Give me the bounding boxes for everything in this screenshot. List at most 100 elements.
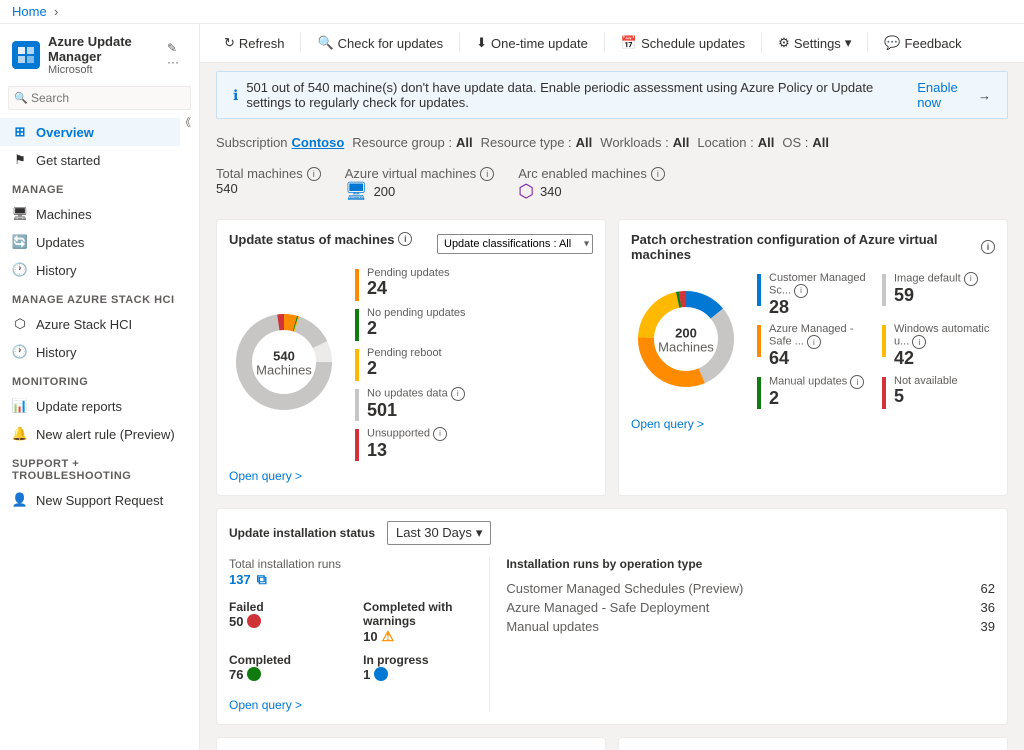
refresh-button[interactable]: ↻ Refresh bbox=[216, 30, 292, 56]
classify-select[interactable]: Update classifications : All bbox=[437, 234, 593, 254]
patch-config-info-icon[interactable]: i bbox=[981, 240, 995, 254]
legend-image-default: Image default i 59 bbox=[882, 272, 995, 318]
azure-vm-icon: 🖥 bbox=[345, 181, 368, 203]
filter-os[interactable]: OS : All bbox=[782, 135, 829, 150]
install-status-card: Update installation status Last 30 Days … bbox=[216, 508, 1008, 725]
pending-windows-card: Pending windows updates i bbox=[216, 737, 606, 750]
sidebar-item-label: History bbox=[36, 263, 76, 278]
search-input[interactable] bbox=[8, 86, 191, 110]
patch-config-card: Patch orchestration configuration of Azu… bbox=[618, 219, 1008, 496]
schedule-updates-button[interactable]: 📅 Schedule updates bbox=[613, 30, 753, 56]
update-status-donut-container: 540 Machines Pending updates 24 bbox=[229, 267, 593, 461]
donut-center-label: Machines bbox=[256, 363, 312, 378]
nav-section-monitoring: Monitoring bbox=[0, 366, 199, 392]
total-machines-info-icon[interactable]: i bbox=[307, 167, 321, 181]
op-type-customer: Customer Managed Schedules (Preview) 62 bbox=[506, 579, 995, 598]
support-icon: 👤 bbox=[12, 492, 28, 508]
sidebar-item-update-reports[interactable]: 📊 Update reports bbox=[0, 392, 199, 420]
filter-resource-type[interactable]: Resource type : All bbox=[481, 135, 593, 150]
sidebar-item-azure-stack-hci[interactable]: ⬡ Azure Stack HCI bbox=[0, 310, 199, 338]
check-icon: 🔍 bbox=[317, 35, 333, 51]
feedback-icon: 💬 bbox=[884, 35, 900, 51]
bell-icon: 🔔 bbox=[12, 426, 28, 442]
sidebar-item-get-started[interactable]: ⚑ Get started bbox=[0, 146, 199, 174]
alert-banner: ℹ 501 out of 540 machine(s) don't have u… bbox=[216, 71, 1008, 119]
sidebar-item-new-alert[interactable]: 🔔 New alert rule (Preview) bbox=[0, 420, 199, 448]
install-stats: Failed 50 Completed with warnings bbox=[229, 600, 473, 682]
collapse-button[interactable]: 《 bbox=[180, 114, 191, 130]
refresh-icon: ↻ bbox=[224, 35, 235, 51]
search-icon: 🔍 bbox=[14, 92, 28, 105]
install-total-value: 137 bbox=[229, 572, 251, 587]
patch-config-open-query[interactable]: Open query > bbox=[631, 417, 704, 431]
sidebar-item-label: New alert rule (Preview) bbox=[36, 427, 175, 442]
app-logo-icon bbox=[17, 46, 35, 64]
one-time-update-button[interactable]: ⬇ One-time update bbox=[468, 30, 596, 56]
install-total: Total installation runs 137 ⧉ bbox=[229, 557, 473, 588]
sidebar-item-updates[interactable]: 🔄 Updates bbox=[0, 228, 199, 256]
toolbar-divider2 bbox=[459, 33, 460, 53]
stat-warnings: Completed with warnings 10 ⚠ bbox=[363, 600, 473, 645]
total-machines-value: 540 bbox=[216, 181, 238, 197]
download-icon: ⬇ bbox=[476, 35, 487, 51]
sidebar-header: Azure Update Manager Microsoft ✎ ··· bbox=[0, 24, 199, 82]
classify-select-wrapper[interactable]: Update classifications : All bbox=[437, 234, 593, 254]
azure-vm-info-icon[interactable]: i bbox=[480, 167, 494, 181]
toolbar: ↻ Refresh 🔍 Check for updates ⬇ One-time… bbox=[200, 24, 1024, 63]
stat-in-progress: In progress 1 bbox=[363, 653, 473, 682]
sidebar-item-history[interactable]: 🕐 History bbox=[0, 256, 199, 284]
svg-text:200: 200 bbox=[675, 325, 697, 340]
nav-section-manage: Manage bbox=[0, 174, 199, 200]
sidebar-item-history2[interactable]: 🕐 History bbox=[0, 338, 199, 366]
legend-unsupported: Unsupported i 13 bbox=[355, 427, 465, 461]
app-subtitle: Microsoft bbox=[48, 64, 159, 76]
svg-text:Machines: Machines bbox=[658, 339, 714, 354]
sidebar-item-new-support[interactable]: 👤 New Support Request bbox=[0, 486, 199, 514]
breadcrumb: Home › bbox=[0, 0, 1024, 24]
legend-manual: Manual updates i 2 bbox=[757, 375, 870, 409]
legend-bar-no-pending bbox=[355, 309, 359, 341]
update-status-donut: 540 Machines bbox=[229, 307, 339, 420]
sidebar-item-label: Overview bbox=[36, 125, 94, 140]
update-status-info-icon[interactable]: i bbox=[398, 232, 412, 246]
unsupported-info-icon[interactable]: i bbox=[433, 427, 447, 441]
nav-section-support: Support + troubleshooting bbox=[0, 448, 199, 486]
settings-button[interactable]: ⚙ Settings ▾ bbox=[770, 30, 859, 56]
feedback-button[interactable]: 💬 Feedback bbox=[876, 30, 969, 56]
pending-cards-row: Pending windows updates i bbox=[216, 737, 1008, 750]
cards-row-1: Update status of machines i Update class… bbox=[216, 219, 1008, 496]
flag-icon: ⚑ bbox=[12, 152, 28, 168]
check-updates-button[interactable]: 🔍 Check for updates bbox=[309, 30, 451, 56]
arc-info-icon[interactable]: i bbox=[651, 167, 665, 181]
stat-failed: Failed 50 bbox=[229, 600, 339, 645]
breadcrumb-home[interactable]: Home bbox=[12, 4, 47, 19]
calendar-icon: 📅 bbox=[621, 35, 637, 51]
copy-icon[interactable]: ⧉ bbox=[257, 571, 267, 588]
filter-subscription[interactable]: Subscription Contoso bbox=[216, 135, 344, 150]
time-filter[interactable]: Last 30 Days ▾ bbox=[387, 521, 491, 545]
toolbar-divider5 bbox=[867, 33, 868, 53]
filter-location[interactable]: Location : All bbox=[697, 135, 774, 150]
filter-workloads[interactable]: Workloads : All bbox=[600, 135, 689, 150]
sidebar-item-label: Updates bbox=[36, 235, 84, 250]
app-logo bbox=[12, 41, 40, 69]
filter-bar: Subscription Contoso Resource group : Al… bbox=[200, 127, 1024, 158]
grid-icon: ⊞ bbox=[12, 124, 28, 140]
sidebar-item-machines[interactable]: 🖥 Machines bbox=[0, 200, 199, 228]
metric-total-machines: Total machines i 540 bbox=[216, 166, 321, 197]
sidebar-item-overview[interactable]: ⊞ Overview bbox=[0, 118, 180, 146]
install-open-query[interactable]: Open query > bbox=[229, 698, 473, 712]
history2-icon: 🕐 bbox=[12, 344, 28, 360]
pending-linux-card: Pending linux updates i bbox=[618, 737, 1008, 750]
filter-resource-group[interactable]: Resource group : All bbox=[352, 135, 472, 150]
sidebar-search-container: 🔍 《 bbox=[0, 82, 199, 114]
sidebar-item-label: Get started bbox=[36, 153, 100, 168]
metric-arc-machines: Arc enabled machines i ⬡ 340 bbox=[518, 166, 665, 203]
sidebar-nav: ⊞ Overview ⚑ Get started Manage 🖥 Machin… bbox=[0, 114, 199, 518]
update-status-open-query[interactable]: Open query > bbox=[229, 469, 302, 483]
install-status-title: Update installation status bbox=[229, 526, 375, 540]
enable-now-link[interactable]: Enable now bbox=[917, 80, 970, 110]
edit-icon[interactable]: ✎ ··· bbox=[167, 41, 187, 69]
sidebar-item-label: Update reports bbox=[36, 399, 122, 414]
no-data-info-icon[interactable]: i bbox=[451, 387, 465, 401]
